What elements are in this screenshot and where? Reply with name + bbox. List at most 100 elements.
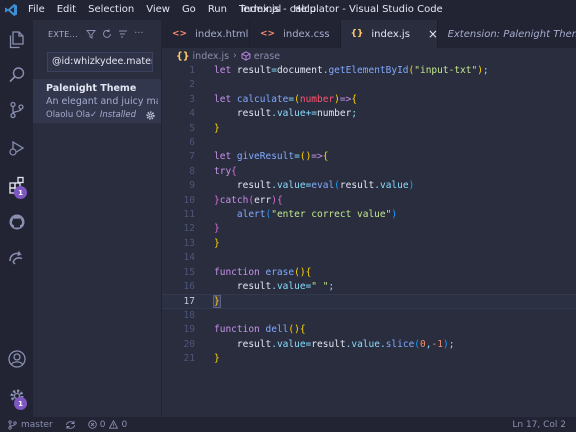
code-line: 4 result.value+=number; bbox=[162, 107, 576, 121]
sync-icon[interactable] bbox=[65, 420, 76, 430]
tab-extension-palenight[interactable]: Extension: Palenight Theme bbox=[438, 20, 576, 48]
source-control-icon[interactable] bbox=[0, 94, 33, 126]
menu-bar: File Edit Selection View Go Run Terminal… bbox=[22, 0, 322, 20]
account-icon[interactable] bbox=[0, 343, 33, 375]
line-number: 10 bbox=[183, 194, 195, 206]
code-line: 18 bbox=[162, 309, 576, 323]
sidebar-header: EXTE... ··· bbox=[33, 20, 161, 48]
line-number: 7 bbox=[189, 151, 195, 163]
git-branch-icon bbox=[8, 419, 17, 430]
breadcrumb: {} index.js › erase bbox=[162, 48, 576, 64]
run-debug-icon[interactable] bbox=[0, 132, 33, 164]
code-line: 3 let calculate=(number)=>{ bbox=[162, 93, 576, 107]
menu-go[interactable]: Go bbox=[176, 0, 202, 20]
tab-label: index.css bbox=[283, 28, 330, 40]
more-actions-icon[interactable]: ··· bbox=[134, 29, 144, 39]
js-file-icon: {} bbox=[176, 50, 190, 62]
status-bar: master 0 0 Ln 17, Col 2 bbox=[0, 417, 576, 432]
line-number: 18 bbox=[183, 309, 195, 321]
menu-run[interactable]: Run bbox=[202, 0, 233, 20]
line-number: 15 bbox=[183, 266, 195, 278]
code-line: 16 result.value=" "; bbox=[162, 280, 576, 294]
chevron-right-icon: › bbox=[233, 51, 237, 61]
code-line: 20 result.value=result.value.slice(0,-1)… bbox=[162, 338, 576, 352]
code-line: 5} bbox=[162, 122, 576, 136]
remote-explorer-icon[interactable] bbox=[0, 241, 33, 273]
branch-name: master bbox=[21, 419, 53, 430]
tab-index-html[interactable]: <> index.html bbox=[162, 20, 250, 48]
menu-terminal[interactable]: Terminal bbox=[233, 0, 287, 20]
breadcrumb-file[interactable]: index.js bbox=[193, 51, 230, 62]
line-number: 12 bbox=[183, 223, 195, 235]
vscode-logo-icon bbox=[0, 0, 22, 20]
editor-tabs: <> index.html <> index.css {} index.js ×… bbox=[162, 20, 576, 48]
extension-status: ✓ Installed bbox=[90, 110, 137, 120]
line-number: 2 bbox=[189, 79, 195, 91]
line-number: 11 bbox=[183, 209, 195, 220]
sidebar-title: EXTE... bbox=[48, 29, 79, 39]
branch-status[interactable]: master bbox=[8, 420, 53, 430]
extension-publisher: Olaolu Olawuyi bbox=[46, 110, 90, 120]
settings-gear-icon[interactable]: 1 bbox=[0, 380, 33, 412]
files-icon[interactable] bbox=[0, 24, 33, 56]
problems-status[interactable]: 0 0 bbox=[88, 420, 127, 430]
line-number: 4 bbox=[189, 108, 195, 120]
code-line: 7 let giveResult=()=>{ bbox=[162, 150, 576, 164]
css-file-icon: <> bbox=[260, 29, 276, 39]
code-editor[interactable]: 1 let result=document.getElementById("inp… bbox=[162, 64, 576, 417]
menu-file[interactable]: File bbox=[22, 0, 51, 20]
extension-list-item[interactable]: Palenight Theme An elegant and juicy mat… bbox=[33, 79, 161, 123]
tab-index-css[interactable]: <> index.css bbox=[250, 20, 341, 48]
line-number: 5 bbox=[189, 122, 195, 134]
js-file-icon: {} bbox=[350, 29, 364, 39]
code-line: 10}catch(err){ bbox=[162, 194, 576, 208]
error-icon bbox=[88, 420, 97, 429]
filter-icon[interactable] bbox=[86, 29, 97, 39]
code-line: 9 result.value=eval(result.value) bbox=[162, 179, 576, 193]
warning-count: 0 bbox=[121, 419, 128, 430]
extensions-badge: 1 bbox=[14, 186, 27, 199]
error-count: 0 bbox=[99, 419, 106, 430]
tab-label: Extension: Palenight Theme bbox=[447, 28, 576, 40]
manage-gear-icon[interactable] bbox=[145, 110, 156, 121]
code-line: 13} bbox=[162, 237, 576, 251]
search-icon[interactable] bbox=[0, 59, 33, 91]
code-line: 12} bbox=[162, 222, 576, 236]
tab-index-js[interactable]: {} index.js × bbox=[340, 20, 438, 48]
tab-label: index.js bbox=[371, 28, 410, 40]
code-line: 14 bbox=[162, 251, 576, 265]
line-number: 16 bbox=[183, 281, 195, 292]
code-line: 15 function erase(){ bbox=[162, 266, 576, 280]
line-number: 19 bbox=[183, 324, 195, 336]
cursor-position[interactable]: Ln 17, Col 2 bbox=[512, 420, 566, 430]
menu-view[interactable]: View bbox=[140, 0, 176, 20]
code-line: 8 try{ bbox=[162, 165, 576, 179]
line-number: 8 bbox=[189, 165, 195, 177]
refresh-icon[interactable] bbox=[102, 29, 112, 39]
activity-bar: 1 1 bbox=[0, 20, 33, 417]
code-line-current: 17} bbox=[162, 294, 576, 309]
extensions-icon[interactable]: 1 bbox=[0, 169, 33, 201]
github-icon[interactable] bbox=[0, 206, 33, 238]
line-number: 20 bbox=[183, 338, 195, 350]
clear-all-icon[interactable] bbox=[118, 29, 128, 39]
html-file-icon: <> bbox=[172, 29, 188, 39]
title-bar: File Edit Selection View Go Run Terminal… bbox=[0, 0, 576, 20]
menu-help[interactable]: Help bbox=[287, 0, 322, 20]
code-line: 21} bbox=[162, 352, 576, 366]
menu-edit[interactable]: Edit bbox=[51, 0, 82, 20]
breadcrumb-symbol[interactable]: erase bbox=[254, 51, 280, 62]
code-line: 6 bbox=[162, 136, 576, 150]
code-line: 2 bbox=[162, 78, 576, 92]
extension-search-input[interactable]: @id:whizkydee.material-palenight-theme bbox=[47, 52, 153, 72]
symbol-method-icon bbox=[241, 51, 251, 61]
warning-icon bbox=[109, 420, 119, 429]
code-line: 11 alert("enter correct value") bbox=[162, 208, 576, 222]
code-line: 1 let result=document.getElementById("inp… bbox=[162, 64, 576, 78]
menu-selection[interactable]: Selection bbox=[82, 0, 140, 20]
extensions-sidebar: EXTE... ··· @id:whizkydee.material-palen… bbox=[33, 20, 162, 417]
code-line: 19 function dell(){ bbox=[162, 323, 576, 337]
line-number: 13 bbox=[183, 237, 195, 249]
close-icon[interactable]: × bbox=[428, 27, 438, 41]
line-number: 1 bbox=[189, 65, 195, 76]
